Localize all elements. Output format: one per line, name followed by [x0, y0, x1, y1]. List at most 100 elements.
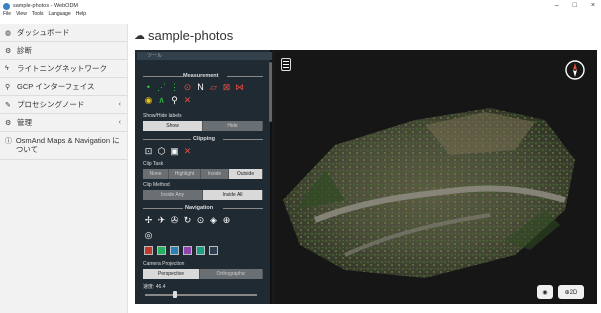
- menu-file[interactable]: File: [3, 11, 11, 19]
- diagnostic-icon: ⚙: [5, 47, 12, 55]
- circle-fill-icon[interactable]: ◉: [143, 95, 154, 106]
- profile-measure-icon[interactable]: ⋈: [234, 82, 245, 93]
- right-view-icon[interactable]: [196, 246, 205, 255]
- area-measure-icon[interactable]: ▱: [208, 82, 219, 93]
- projection-perspective[interactable]: Perspective: [143, 269, 200, 279]
- compass-icon[interactable]: [564, 59, 586, 81]
- clip-task-highlight[interactable]: Highlight: [169, 169, 201, 179]
- clip-box-icon[interactable]: ▣: [169, 146, 180, 157]
- clip-method-inside-all[interactable]: Inside All: [203, 190, 263, 200]
- sidebar-item-about[interactable]: ⓘ OsmAnd Maps & Navigation について: [0, 132, 127, 160]
- section-divider: [223, 208, 263, 209]
- maximize-button[interactable]: □: [573, 2, 577, 9]
- circle-measure-icon[interactable]: ⊙: [182, 82, 193, 93]
- info-icon: ⓘ: [5, 138, 12, 145]
- sidebar-item-diagnostic[interactable]: ⚙ 診断: [0, 42, 127, 60]
- navigation-cube-icon[interactable]: ◈: [208, 215, 219, 226]
- helicopter-control-icon[interactable]: ✇: [169, 215, 180, 226]
- menu-toggle-button[interactable]: [281, 58, 291, 71]
- camera-view-button[interactable]: ◉: [537, 285, 553, 299]
- fly-control-icon[interactable]: ✈: [156, 215, 167, 226]
- app-icon: [3, 2, 10, 10]
- menu-view[interactable]: View: [16, 11, 27, 19]
- panel-scrollbar[interactable]: [269, 62, 272, 122]
- chevron-left-icon[interactable]: ‹: [119, 101, 121, 108]
- sidebar-item-label: プロセシングノード: [17, 100, 85, 109]
- clip-task-options: None Highlight Inside Outside: [143, 169, 263, 179]
- clipping-title: Clipping: [193, 136, 215, 142]
- focus-icon[interactable]: ⊙: [195, 215, 206, 226]
- back-view-icon[interactable]: [209, 246, 218, 255]
- menu-help[interactable]: Help: [76, 11, 86, 19]
- window-controls: – □ ×: [555, 2, 595, 9]
- sidebar-item-lightning[interactable]: ϟ ライトニングネットワーク: [0, 60, 127, 78]
- speed-slider-thumb[interactable]: [173, 291, 178, 298]
- view-tools: [143, 245, 219, 256]
- cogs-icon: ⚙: [5, 119, 12, 127]
- camera-animation-icon[interactable]: ◎: [143, 230, 154, 241]
- navigation-tools-2: ◎: [143, 230, 154, 241]
- page-title: sample-photos: [148, 28, 234, 43]
- clip-task-inside[interactable]: Inside: [201, 169, 229, 179]
- distance-measure-icon[interactable]: ⋰: [156, 82, 167, 93]
- clip-task-none[interactable]: None: [143, 169, 169, 179]
- clip-method-inside-any[interactable]: Inside Any: [143, 190, 203, 200]
- top-view-icon[interactable]: [170, 246, 179, 255]
- sidebar-item-dashboard[interactable]: ◍ ダッシュボード: [0, 24, 127, 42]
- sidebar-item-label: 管理: [17, 118, 32, 127]
- sidebar-item-gcp[interactable]: ⚲ GCP インターフェイス: [0, 78, 127, 96]
- volume-measure-icon[interactable]: ⊠: [221, 82, 232, 93]
- projection-orthographic[interactable]: Orthographic: [200, 269, 263, 279]
- view-2d-button[interactable]: ⊕2D: [558, 285, 584, 299]
- section-divider: [143, 76, 183, 77]
- clipping-tools: ⊡ ⬡ ▣ ✕: [143, 146, 193, 157]
- section-divider: [227, 76, 263, 77]
- sidebar-item-processing-nodes[interactable]: ✎ プロセシングノード ‹: [0, 96, 127, 114]
- clip-task-label: Clip Task: [143, 161, 164, 167]
- close-button[interactable]: ×: [591, 2, 595, 9]
- sidebar-item-label: ライトニングネットワーク: [17, 64, 107, 73]
- dashboard-icon: ◍: [5, 29, 12, 37]
- clip-polygon-icon[interactable]: ⬡: [156, 146, 167, 157]
- sidebar-item-label: 診断: [17, 46, 32, 55]
- point-cloud-scene[interactable]: [275, 50, 597, 304]
- hide-labels-option[interactable]: Hide: [203, 121, 263, 131]
- earth-control-icon[interactable]: ✢: [143, 215, 154, 226]
- menu-bar: File View Tools Language Help: [0, 11, 86, 19]
- menu-language[interactable]: Language: [49, 11, 71, 19]
- clip-task-outside[interactable]: Outside: [229, 169, 263, 179]
- clip-method-label: Clip Method: [143, 182, 170, 188]
- orbit-control-icon[interactable]: ↻: [182, 215, 193, 226]
- clip-volume-icon[interactable]: ⊡: [143, 146, 154, 157]
- point-cloud-viewer[interactable]: ツール Measurement • ⋰ ⋮ ⊙ N ▱ ⊠ ⋈ ◉ ∧ ⚲ ✕ Show/Hide …: [135, 50, 597, 304]
- left-view-icon[interactable]: [157, 246, 166, 255]
- front-view-icon[interactable]: [144, 246, 153, 255]
- tools-tab[interactable]: ツール: [137, 52, 272, 60]
- remove-clipping-icon[interactable]: ✕: [182, 146, 193, 157]
- labels-title: Show/Hide labels: [143, 113, 182, 119]
- projection-label: Camera Projection: [143, 261, 185, 267]
- height-measure-icon[interactable]: ⋮: [169, 82, 180, 93]
- chevron-left-icon[interactable]: ‹: [119, 119, 121, 126]
- show-labels-option[interactable]: Show: [143, 121, 203, 131]
- labels-toggle: Show Hide: [143, 121, 263, 131]
- minimize-button[interactable]: –: [555, 2, 559, 9]
- sidebar-item-admin[interactable]: ⚙ 管理 ‹: [0, 114, 127, 132]
- title-bar: sample-photos - WebODM – □ ×: [0, 0, 601, 12]
- measurement-tools: • ⋰ ⋮ ⊙ N ▱ ⊠ ⋈: [143, 82, 245, 93]
- north-arrow-icon[interactable]: N: [195, 82, 206, 93]
- hamburger-line: [283, 64, 289, 65]
- sidebar-item-label: ダッシュボード: [17, 28, 70, 37]
- bottom-view-icon[interactable]: [183, 246, 192, 255]
- speed-slider-track[interactable]: [145, 294, 257, 296]
- menu-tools[interactable]: Tools: [32, 11, 44, 19]
- point-measure-icon[interactable]: •: [143, 82, 154, 93]
- remove-measurements-icon[interactable]: ✕: [182, 95, 193, 106]
- section-divider: [143, 139, 191, 140]
- camera-projection-options: Perspective Orthographic: [143, 269, 263, 279]
- annotation-icon[interactable]: ⚲: [169, 95, 180, 106]
- compass-icon[interactable]: ⊕: [221, 215, 232, 226]
- angle-measure-icon[interactable]: ∧: [156, 95, 167, 106]
- page-header: ☁ sample-photos: [134, 28, 233, 43]
- app-window: sample-photos - WebODM – □ × File View T…: [0, 0, 601, 313]
